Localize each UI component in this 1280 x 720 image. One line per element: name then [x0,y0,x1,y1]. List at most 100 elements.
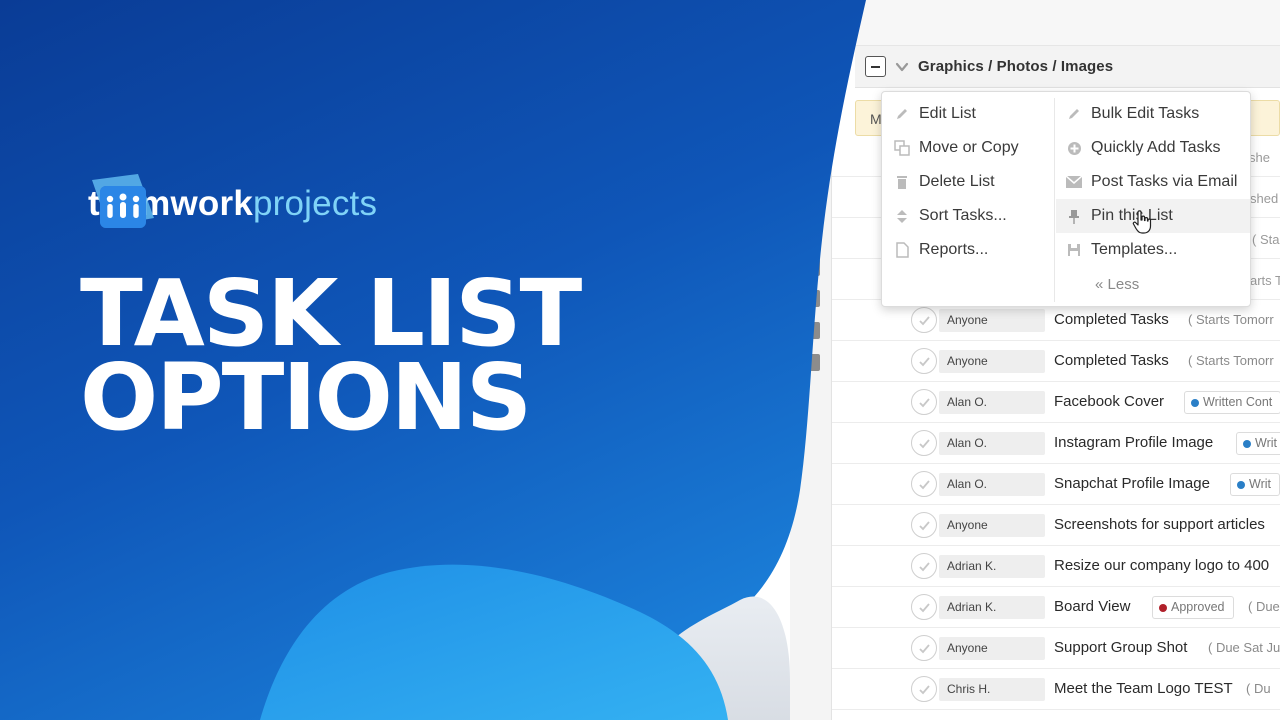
menu-item-label: Post Tasks via Email [1091,173,1238,190]
assignee-field[interactable]: Anyone [939,350,1045,373]
task-tag[interactable]: Writ [1236,432,1280,455]
task-name[interactable]: Instagram Profile Image [1054,434,1213,451]
complete-checkbox[interactable] [911,430,937,456]
check-icon [918,479,930,489]
menu-less-link[interactable]: « Less [1095,267,1175,301]
menu-item-reports[interactable]: Reports... [894,233,1049,267]
assignee-field[interactable]: Alan O. [939,432,1045,455]
check-icon [918,520,930,530]
table-row[interactable]: Alan O. Instagram Profile Image Writ [832,423,1280,464]
plus-circle-icon [1066,140,1082,156]
complete-checkbox[interactable] [911,553,937,579]
chevron-down-icon[interactable] [895,60,909,74]
table-row[interactable]: Anyone Support Group Shot ( Due Sat Ju [832,628,1280,669]
task-meta: ( Due Sat Ju [1208,640,1280,655]
menu-item-label: Move or Copy [919,139,1019,156]
task-name[interactable]: Facebook Cover [1054,393,1164,410]
menu-item-edit-list[interactable]: Edit List [894,97,1049,131]
hand-cursor-icon [1132,210,1152,234]
check-icon [918,397,930,407]
menu-item-quickly-add-tasks[interactable]: Quickly Add Tasks [1066,131,1246,165]
list-options-menu: Edit List Move or Copy Delete List Sort … [881,91,1251,307]
tag-dot-icon [1191,399,1199,407]
task-name[interactable]: Completed Tasks [1054,352,1169,369]
task-name[interactable]: Snapchat Profile Image [1054,475,1210,492]
task-list-title[interactable]: Graphics / Photos / Images [918,58,1113,75]
save-icon [1066,242,1082,258]
check-icon [918,602,930,612]
count-badge: 10 [792,322,820,339]
assignee-field[interactable]: Adrian K. [939,596,1045,619]
complete-checkbox[interactable] [911,471,937,497]
trash-icon [894,174,910,190]
check-icon [918,438,930,448]
table-row[interactable]: Anyone Completed Tasks ( Starts Tomorr [832,341,1280,382]
task-tag[interactable]: Writ [1230,473,1280,496]
assignee-field[interactable]: Alan O. [939,391,1045,414]
task-name[interactable]: Completed Tasks [1054,311,1169,328]
task-tag[interactable]: Approved [1152,596,1234,619]
complete-checkbox[interactable] [911,307,937,333]
menu-item-label: Reports... [919,241,989,258]
menu-item-post-tasks-via-email[interactable]: Post Tasks via Email [1066,165,1246,199]
tag-dot-icon [1237,481,1245,489]
table-row[interactable]: Adrian K. Board View Approved ( Due [832,587,1280,628]
notice-banner-text: M [870,111,882,127]
task-tag-label: Writ [1249,477,1271,491]
menu-item-label: Quickly Add Tasks [1091,139,1221,156]
task-name[interactable]: Meet the Team Logo TEST [1054,680,1233,697]
task-name[interactable]: Support Group Shot [1054,639,1187,656]
menu-item-label: Bulk Edit Tasks [1091,105,1200,122]
assignee-field[interactable]: Adrian K. [939,555,1045,578]
table-row[interactable]: Adrian K. Resize our company logo to 400 [832,546,1280,587]
complete-checkbox[interactable] [911,676,937,702]
complete-checkbox[interactable] [911,348,937,374]
count-badge [792,259,820,276]
assignee-field[interactable]: Anyone [939,309,1045,332]
task-meta: ( Due [1248,599,1280,614]
task-meta: ( Sta [1252,232,1280,247]
left-gutter [790,136,832,720]
task-meta: ( Starts Tomorr [1188,312,1274,327]
check-icon [918,315,930,325]
minus-square-icon[interactable] [865,56,886,77]
task-tag[interactable]: Written Cont [1184,391,1280,414]
count-badge: 1 [792,290,820,307]
menu-item-pin-this-list[interactable]: Pin this List [1056,199,1250,233]
assignee-field[interactable]: Alan O. [939,473,1045,496]
table-row[interactable]: Alan O. Snapchat Profile Image Writ [832,464,1280,505]
menu-item-label: Delete List [919,173,995,190]
menu-item-bulk-edit-tasks[interactable]: Bulk Edit Tasks [1066,97,1246,131]
complete-checkbox[interactable] [911,635,937,661]
table-row[interactable]: Anyone Screenshots for support articles [832,505,1280,546]
menu-item-sort-tasks[interactable]: Sort Tasks... [894,199,1049,233]
task-name[interactable]: Board View [1054,598,1130,615]
assignee-field[interactable]: Anyone [939,514,1045,537]
tag-dot-icon [1159,604,1167,612]
check-icon [918,561,930,571]
menu-item-templates[interactable]: Templates... [1066,233,1246,267]
complete-checkbox[interactable] [911,512,937,538]
count-badge: 7 [792,354,820,371]
complete-checkbox[interactable] [911,389,937,415]
task-name[interactable]: Resize our company logo to 400 [1054,557,1269,574]
count-badge [792,228,820,245]
task-meta: ( Du [1246,681,1271,696]
task-name[interactable]: Screenshots for support articles [1054,516,1265,533]
task-meta: ( Starts Tomorr [1188,353,1274,368]
complete-checkbox[interactable] [911,594,937,620]
task-list-header: Graphics / Photos / Images [855,46,1280,88]
task-list-app: Graphics / Photos / Images M 1 10 7 blis… [0,0,1280,720]
assignee-field[interactable]: Anyone [939,637,1045,660]
menu-item-move-or-copy[interactable]: Move or Copy [894,131,1049,165]
assignee-field[interactable]: Chris H. [939,678,1045,701]
pencil-icon [1066,106,1082,122]
menu-item-label: Sort Tasks... [919,207,1007,224]
menu-item-delete-list[interactable]: Delete List [894,165,1049,199]
menu-item-label: Templates... [1091,241,1178,258]
table-row[interactable]: Chris H. Meet the Team Logo TEST ( Du [832,669,1280,710]
table-row[interactable]: Alan O. Facebook Cover Written Cont [832,382,1280,423]
pin-icon [1066,208,1082,224]
task-meta: arts T [1250,273,1280,288]
copy-icon [894,140,910,156]
